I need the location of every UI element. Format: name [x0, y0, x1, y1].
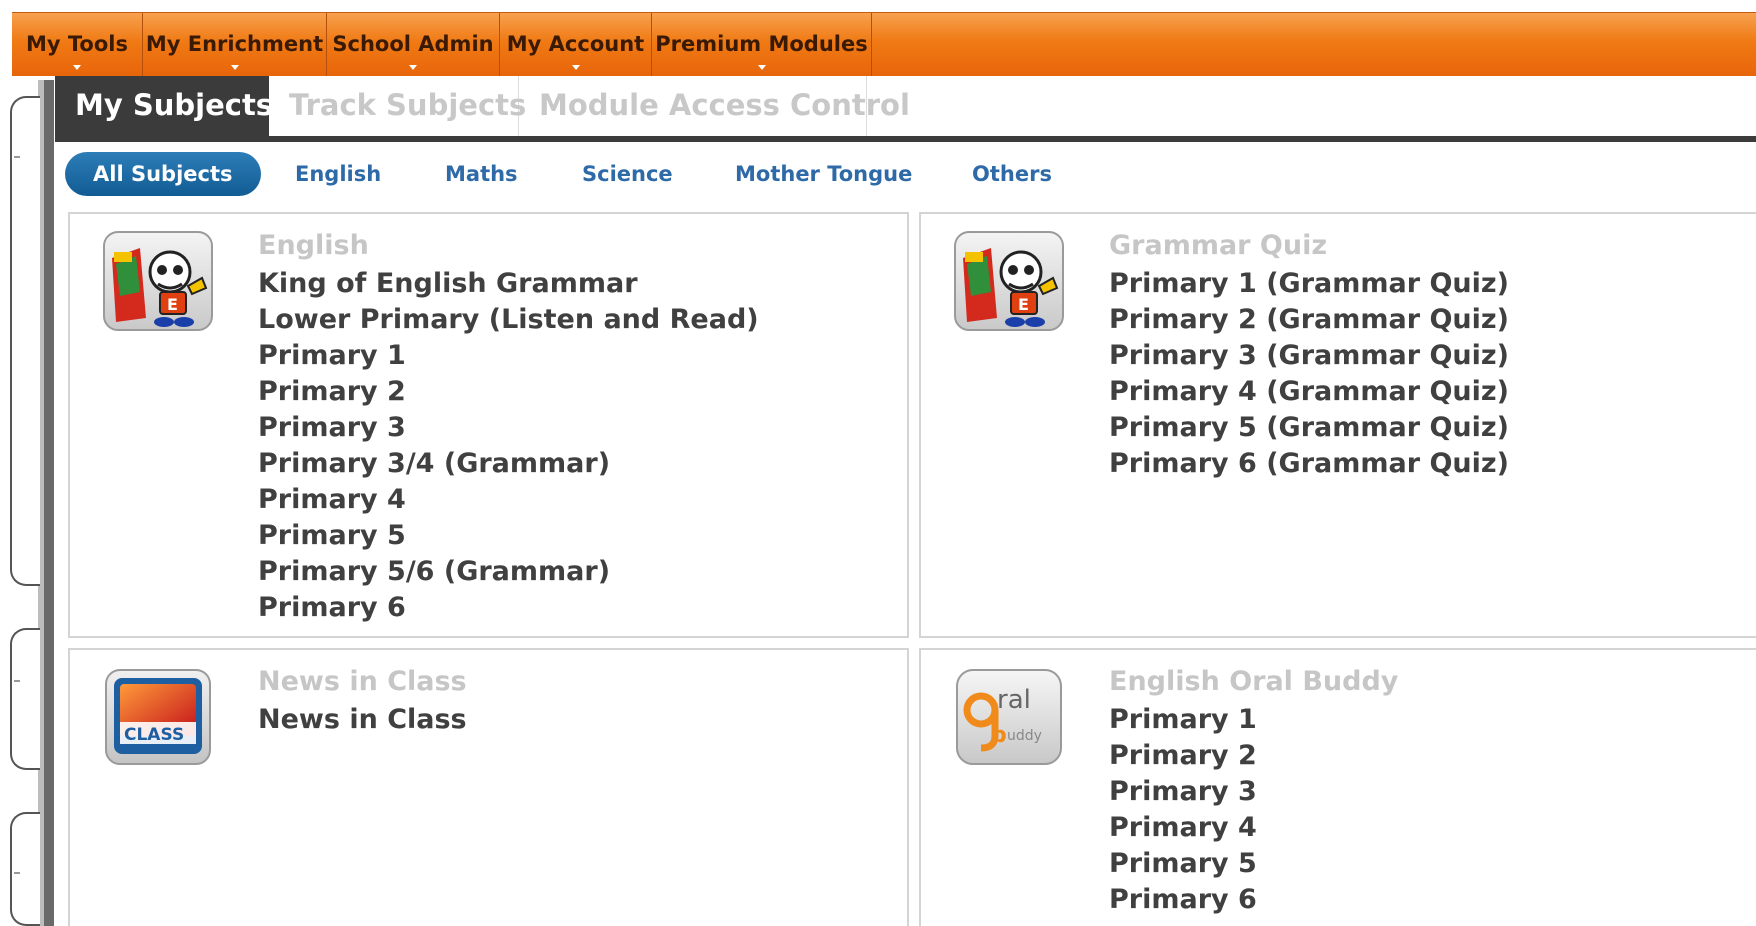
- card-content: English Oral Buddy Primary 1 Primary 2 P…: [1109, 664, 1736, 918]
- nav-my-tools[interactable]: My Tools: [12, 13, 143, 77]
- filter-mother-tongue[interactable]: Mother Tongue: [735, 152, 912, 196]
- subject-card-news-in-class: CLASS News in Class News in Class: [68, 648, 909, 926]
- nav-school-admin[interactable]: School Admin: [327, 13, 500, 77]
- nav-premium-modules[interactable]: Premium Modules: [652, 13, 872, 77]
- left-rail-tab-1[interactable]: [10, 96, 40, 586]
- nav-my-account[interactable]: My Account: [500, 13, 652, 77]
- svg-text:E: E: [1018, 295, 1029, 314]
- left-rail-tab-2[interactable]: [10, 628, 40, 770]
- module-link[interactable]: Primary 6: [1109, 882, 1736, 918]
- module-link[interactable]: Primary 2: [258, 374, 887, 410]
- module-link[interactable]: Primary 1: [1109, 702, 1736, 738]
- module-link[interactable]: Primary 3 (Grammar Quiz): [1109, 338, 1736, 374]
- dropdown-caret-icon: [757, 65, 766, 70]
- filter-all-subjects[interactable]: All Subjects: [65, 152, 261, 196]
- filter-maths[interactable]: Maths: [445, 152, 518, 196]
- card-title: Grammar Quiz: [1109, 230, 1328, 261]
- module-link[interactable]: Primary 4: [258, 482, 887, 518]
- svg-text:E: E: [167, 295, 178, 314]
- nav-my-enrichment[interactable]: My Enrichment: [143, 13, 327, 77]
- filter-others[interactable]: Others: [972, 152, 1052, 196]
- module-link[interactable]: Primary 2: [1109, 738, 1736, 774]
- news-in-class-tv-icon[interactable]: CLASS: [100, 666, 216, 770]
- card-content: News in Class News in Class: [258, 664, 887, 738]
- module-link[interactable]: Primary 5: [1109, 846, 1736, 882]
- module-link[interactable]: Primary 5/6 (Grammar): [258, 554, 887, 590]
- english-king-mascot-icon[interactable]: E: [100, 230, 216, 334]
- module-link[interactable]: Lower Primary (Listen and Read): [258, 302, 887, 338]
- oral-buddy-icon-label-top: ral: [997, 685, 1031, 715]
- oral-buddy-icon-label-bottom: uddy: [1007, 728, 1042, 744]
- left-rail-tab-3[interactable]: [10, 812, 40, 926]
- module-link[interactable]: King of English Grammar: [258, 266, 887, 302]
- module-link[interactable]: Primary 5 (Grammar Quiz): [1109, 410, 1736, 446]
- rail-marker: [14, 680, 20, 682]
- module-link[interactable]: Primary 2 (Grammar Quiz): [1109, 302, 1736, 338]
- dropdown-caret-icon: [230, 65, 239, 70]
- module-link[interactable]: Primary 1: [258, 338, 887, 374]
- oral-buddy-icon[interactable]: ral b uddy: [951, 666, 1067, 770]
- module-link[interactable]: News in Class: [258, 702, 887, 738]
- subject-tabs: My Subjects Track Subjects Module Access…: [55, 76, 1756, 136]
- subject-card-grammar-quiz: E Grammar Quiz Primary 1 (Grammar Quiz) …: [919, 212, 1756, 638]
- card-title: English: [258, 230, 369, 261]
- dropdown-caret-icon: [73, 65, 81, 70]
- tab-my-subjects[interactable]: My Subjects: [55, 76, 273, 136]
- module-link[interactable]: Primary 1 (Grammar Quiz): [1109, 266, 1736, 302]
- filter-science[interactable]: Science: [582, 152, 673, 196]
- module-link[interactable]: Primary 3/4 (Grammar): [258, 446, 887, 482]
- svg-text:b: b: [991, 723, 1007, 748]
- top-navigation-bar: My Tools My Enrichment School Admin My A…: [12, 12, 1756, 77]
- dropdown-caret-icon: [571, 65, 580, 70]
- filter-english[interactable]: English: [295, 152, 381, 196]
- grammar-quiz-mascot-icon[interactable]: E: [951, 230, 1067, 334]
- subject-filters: All Subjects English Maths Science Mothe…: [55, 142, 1756, 208]
- rail-marker: [14, 156, 20, 158]
- card-title: News in Class: [258, 666, 467, 697]
- module-link[interactable]: Primary 5: [258, 518, 887, 554]
- dropdown-caret-icon: [409, 65, 417, 70]
- card-content: Grammar Quiz Primary 1 (Grammar Quiz) Pr…: [1109, 228, 1736, 482]
- module-link[interactable]: Primary 6 (Grammar Quiz): [1109, 446, 1736, 482]
- module-link[interactable]: Primary 6: [258, 590, 887, 626]
- card-title: English Oral Buddy: [1109, 666, 1399, 697]
- module-link[interactable]: Primary 3: [258, 410, 887, 446]
- module-link[interactable]: Primary 3: [1109, 774, 1736, 810]
- subject-card-english-oral-buddy: ral b uddy English Oral Buddy Primary 1 …: [919, 648, 1756, 926]
- module-link[interactable]: Primary 4 (Grammar Quiz): [1109, 374, 1736, 410]
- subject-card-english: E English King of English Grammar Lower …: [68, 212, 909, 638]
- tab-module-access-control[interactable]: Module Access Control: [519, 76, 910, 136]
- card-content: English King of English Grammar Lower Pr…: [258, 228, 887, 626]
- tv-icon-label: CLASS: [124, 725, 184, 745]
- rail-marker: [14, 872, 20, 874]
- module-link[interactable]: Primary 4: [1109, 810, 1736, 846]
- left-rail: [38, 80, 54, 926]
- tab-track-subjects[interactable]: Track Subjects: [269, 76, 526, 136]
